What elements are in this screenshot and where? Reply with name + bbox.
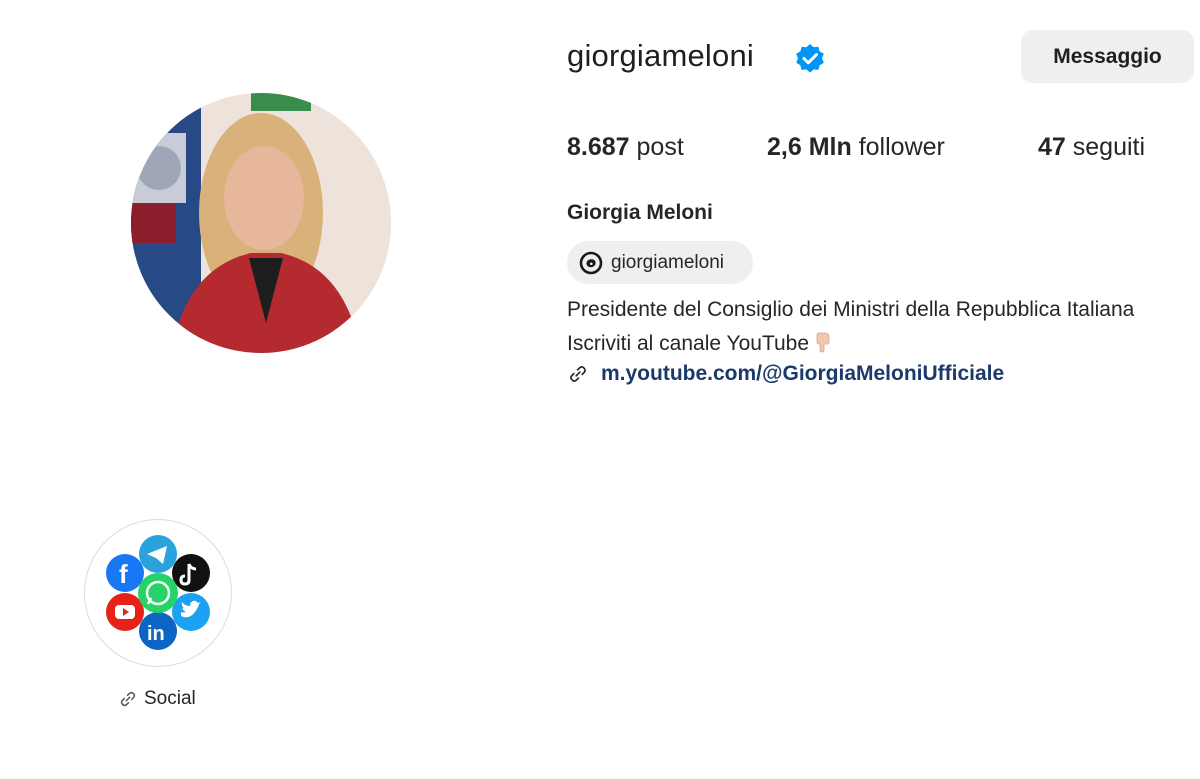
pointing-down-icon — [816, 332, 830, 353]
social-collage-icon: f in — [106, 535, 210, 650]
bio-link[interactable]: m.youtube.com/@GiorgiaMeloniUfficiale — [567, 362, 1004, 386]
posts-label: post — [636, 133, 684, 161]
verified-badge-icon — [796, 44, 824, 73]
link-icon — [570, 366, 586, 382]
link-icon — [120, 691, 136, 707]
stat-following[interactable]: 47 seguiti — [1038, 133, 1145, 162]
avatar-photo — [131, 93, 391, 353]
svg-text:in: in — [147, 623, 165, 645]
threads-handle: giorgiameloni — [611, 251, 725, 273]
following-count: 47 — [1038, 133, 1066, 161]
threads-icon — [579, 251, 603, 274]
stat-posts: 8.687 post — [567, 133, 684, 162]
profile-page: giorgiameloni Messaggio 8.687 post 2,6 M… — [0, 0, 1200, 779]
youtube-link[interactable]: m.youtube.com/@GiorgiaMeloniUfficiale — [601, 362, 1004, 386]
highlight-label: Social — [118, 688, 196, 710]
profile-username: giorgiameloni — [567, 38, 754, 73]
bio-line-1: Presidente del Consiglio dei Ministri de… — [567, 298, 1135, 321]
following-label: seguiti — [1072, 133, 1146, 161]
bio-line-2: Iscriviti al canale YouTube — [567, 330, 835, 356]
followers-label: follower — [858, 133, 945, 161]
highlight-title: Social — [144, 688, 196, 709]
profile-full-name: Giorgia Meloni — [567, 201, 713, 224]
threads-badge-button[interactable]: giorgiameloni — [567, 241, 753, 284]
followers-count: 2,6 Mln — [767, 133, 852, 161]
message-button[interactable]: Messaggio — [1021, 30, 1194, 83]
posts-count: 8.687 — [567, 133, 630, 161]
bio-line-2-text: Iscriviti al canale YouTube — [567, 332, 810, 355]
stat-followers[interactable]: 2,6 Mln follower — [767, 133, 945, 162]
highlight-social[interactable]: f in — [84, 519, 232, 667]
profile-avatar[interactable] — [131, 93, 391, 353]
svg-text:f: f — [119, 559, 128, 589]
